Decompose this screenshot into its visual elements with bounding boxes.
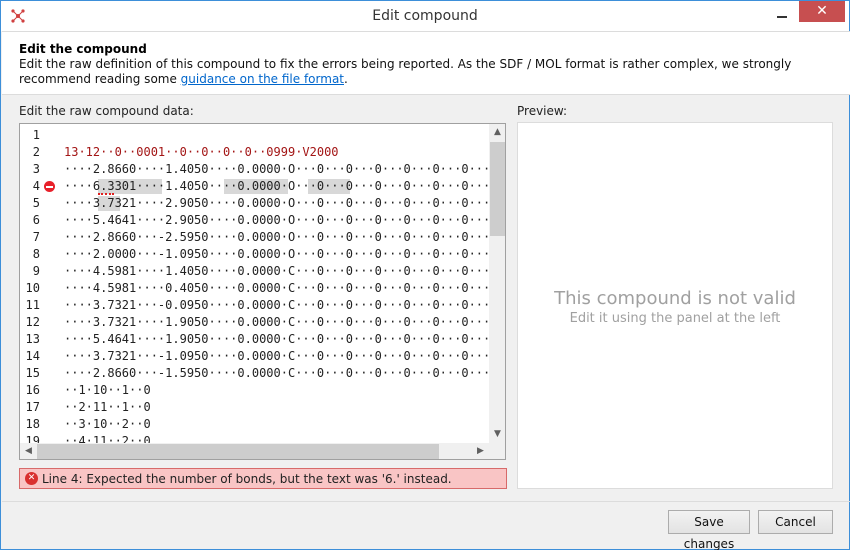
error-message: Line 4: Expected the number of bonds, bu… bbox=[42, 472, 452, 486]
line-number: 6 bbox=[32, 213, 40, 227]
edit-compound-window: Edit compound ✕ Edit the compound Edit t… bbox=[0, 0, 850, 550]
editor-line[interactable]: 15 ····2.8660···-1.5950····0.0000·C···0··… bbox=[20, 365, 498, 382]
line-text: ··2·11··1··0 bbox=[64, 400, 151, 414]
line-number: 2 bbox=[32, 145, 40, 159]
editor-line[interactable]: 16 ··1·10··1··0 bbox=[20, 382, 490, 399]
line-text: ····2.8660····1.4050····0.0000·O···0···0… bbox=[64, 162, 498, 176]
header-desc-text: Edit the raw definition of this compound… bbox=[19, 57, 792, 86]
horizontal-scroll-thumb[interactable] bbox=[37, 444, 439, 459]
line-number: 5 bbox=[32, 196, 40, 210]
file-format-guidance-link[interactable]: guidance on the file format bbox=[181, 72, 344, 86]
line-number: 12 bbox=[25, 315, 40, 329]
editor-label: Edit the raw compound data: bbox=[19, 104, 194, 118]
preview-invalid-title: This compound is not valid bbox=[554, 288, 796, 309]
scroll-down-icon[interactable]: ▼ bbox=[489, 426, 505, 443]
line-text: ····4.5981····0.4050····0.0000·C···0···0… bbox=[64, 281, 498, 295]
scrollbar-corner bbox=[489, 443, 505, 459]
line-text: ····6.3301····1.4050····0.0000·O···0···0… bbox=[64, 179, 498, 193]
line-text: ··1·10··1··0 bbox=[64, 383, 151, 397]
header-title: Edit the compound bbox=[19, 42, 147, 56]
line-number: 13 bbox=[25, 332, 40, 346]
line-number: 9 bbox=[32, 264, 40, 278]
editor-line[interactable]: 12 ····3.7321····1.9050····0.0000·C···0··… bbox=[20, 314, 498, 331]
line-text: ····2.8660···-2.5950····0.0000·O···0···0… bbox=[64, 230, 498, 244]
footer-divider bbox=[2, 501, 850, 502]
close-button[interactable]: ✕ bbox=[799, 1, 845, 22]
title-bar: Edit compound ✕ bbox=[1, 1, 849, 31]
editor-line[interactable]: 4 ····6.3301····1.4050····0.0000·O···0···… bbox=[20, 178, 497, 195]
line-number: 1 bbox=[32, 128, 40, 142]
header-description: Edit the raw definition of this compound… bbox=[19, 57, 819, 87]
vertical-scroll-thumb[interactable] bbox=[490, 142, 505, 236]
editor-line[interactable]: 2 13·12··0··0001··0··0··0··0··0999·V2000 bbox=[20, 144, 490, 161]
editor-lines[interactable]: 1 2 13·12··0··0001··0··0··0··0··0999·V2000… bbox=[20, 127, 498, 450]
editor-line[interactable]: 11 ····3.7321···-0.0950····0.0000·C···0··… bbox=[20, 297, 498, 314]
preview-invalid-subtitle: Edit it using the panel at the left bbox=[569, 311, 781, 326]
line-number: 14 bbox=[25, 349, 40, 363]
compound-preview-panel: This compound is not valid Edit it using… bbox=[517, 122, 833, 489]
horizontal-scrollbar[interactable]: ◀ ▶ bbox=[20, 443, 489, 459]
editor-line[interactable]: 13 ····5.4641····1.9050····0.0000·C···0··… bbox=[20, 331, 498, 348]
line-text: ····3.7321···-0.0950····0.0000·C···0···0… bbox=[64, 298, 498, 312]
line-number: 15 bbox=[25, 366, 40, 380]
error-marker-icon[interactable] bbox=[44, 181, 55, 192]
line-text: ····3.7321····1.9050····0.0000·C···0···0… bbox=[64, 315, 498, 329]
minimize-button[interactable] bbox=[772, 9, 792, 23]
line-text: ····2.0000···-1.0950····0.0000·O···0···0… bbox=[64, 247, 498, 261]
scroll-up-icon[interactable]: ▲ bbox=[489, 124, 505, 141]
cancel-button[interactable]: Cancel bbox=[758, 510, 833, 534]
line-text: ····4.5981····1.4050····0.0000·C···0···0… bbox=[64, 264, 498, 278]
save-changes-button[interactable]: Save changes bbox=[668, 510, 750, 550]
editor-line[interactable]: 5 ····3.7321····2.9050····0.0000·O···0···… bbox=[20, 195, 497, 212]
editor-line[interactable]: 7 ····2.8660···-2.5950····0.0000·O···0···… bbox=[20, 229, 498, 246]
editor-line[interactable]: 1 bbox=[20, 127, 490, 144]
vertical-scrollbar[interactable]: ▲ ▼ bbox=[489, 124, 505, 443]
line-number: 10 bbox=[25, 281, 40, 295]
line-text: ····3.7321···-1.0950····0.0000·C···0···0… bbox=[64, 349, 498, 363]
editor-line[interactable]: 9 ····4.5981····1.4050····0.0000·C···0···… bbox=[20, 263, 498, 280]
header-desc-end: . bbox=[344, 72, 348, 86]
line-text: ····5.4641····1.9050····0.0000·C···0···0… bbox=[64, 332, 498, 346]
line-number: 3 bbox=[32, 162, 40, 176]
line-text: ··3·10··2··0 bbox=[64, 417, 151, 431]
editor-line[interactable]: 6 ····5.4641····2.9050····0.0000·O···0···… bbox=[20, 212, 498, 229]
editor-line[interactable]: 18 ··3·10··2··0 bbox=[20, 416, 490, 433]
editor-line[interactable]: 3 ····2.8660····1.4050····0.0000·O···0···… bbox=[20, 161, 498, 178]
editor-line[interactable]: 17 ··2·11··1··0 bbox=[20, 399, 490, 416]
compound-code-editor[interactable]: 1 2 13·12··0··0001··0··0··0··0··0999·V2000… bbox=[19, 123, 506, 460]
line-number: 17 bbox=[25, 400, 40, 414]
validation-error-bar: ✕ Line 4: Expected the number of bonds, … bbox=[19, 468, 507, 489]
line-number: 11 bbox=[25, 298, 40, 312]
editor-line[interactable]: 8 ····2.0000···-1.0950····0.0000·O···0···… bbox=[20, 246, 498, 263]
window-title: Edit compound bbox=[372, 8, 478, 24]
scroll-right-icon[interactable]: ▶ bbox=[472, 443, 489, 459]
line-text: ····5.4641····2.9050····0.0000·O···0···0… bbox=[64, 213, 498, 227]
line-number: 7 bbox=[32, 230, 40, 244]
scroll-left-icon[interactable]: ◀ bbox=[20, 443, 37, 459]
line-number: 8 bbox=[32, 247, 40, 261]
line-number: 4 bbox=[32, 179, 40, 193]
editor-line[interactable]: 14 ····3.7321···-1.0950····0.0000·C···0··… bbox=[20, 348, 498, 365]
line-text: ····3.7321····2.9050····0.0000·O···0···0… bbox=[64, 196, 498, 210]
line-number: 18 bbox=[25, 417, 40, 431]
line-number: 16 bbox=[25, 383, 40, 397]
header-panel: Edit the compound Edit the raw definitio… bbox=[2, 31, 850, 95]
preview-label: Preview: bbox=[517, 104, 568, 118]
line-text: ····2.8660···-1.5950····0.0000·C···0···0… bbox=[64, 366, 498, 380]
editor-line[interactable]: 10 ····4.5981····0.4050····0.0000·C···0··… bbox=[20, 280, 498, 297]
error-icon: ✕ bbox=[25, 472, 38, 485]
line-text: 13·12··0··0001··0··0··0··0··0999·V2000 bbox=[64, 145, 339, 159]
